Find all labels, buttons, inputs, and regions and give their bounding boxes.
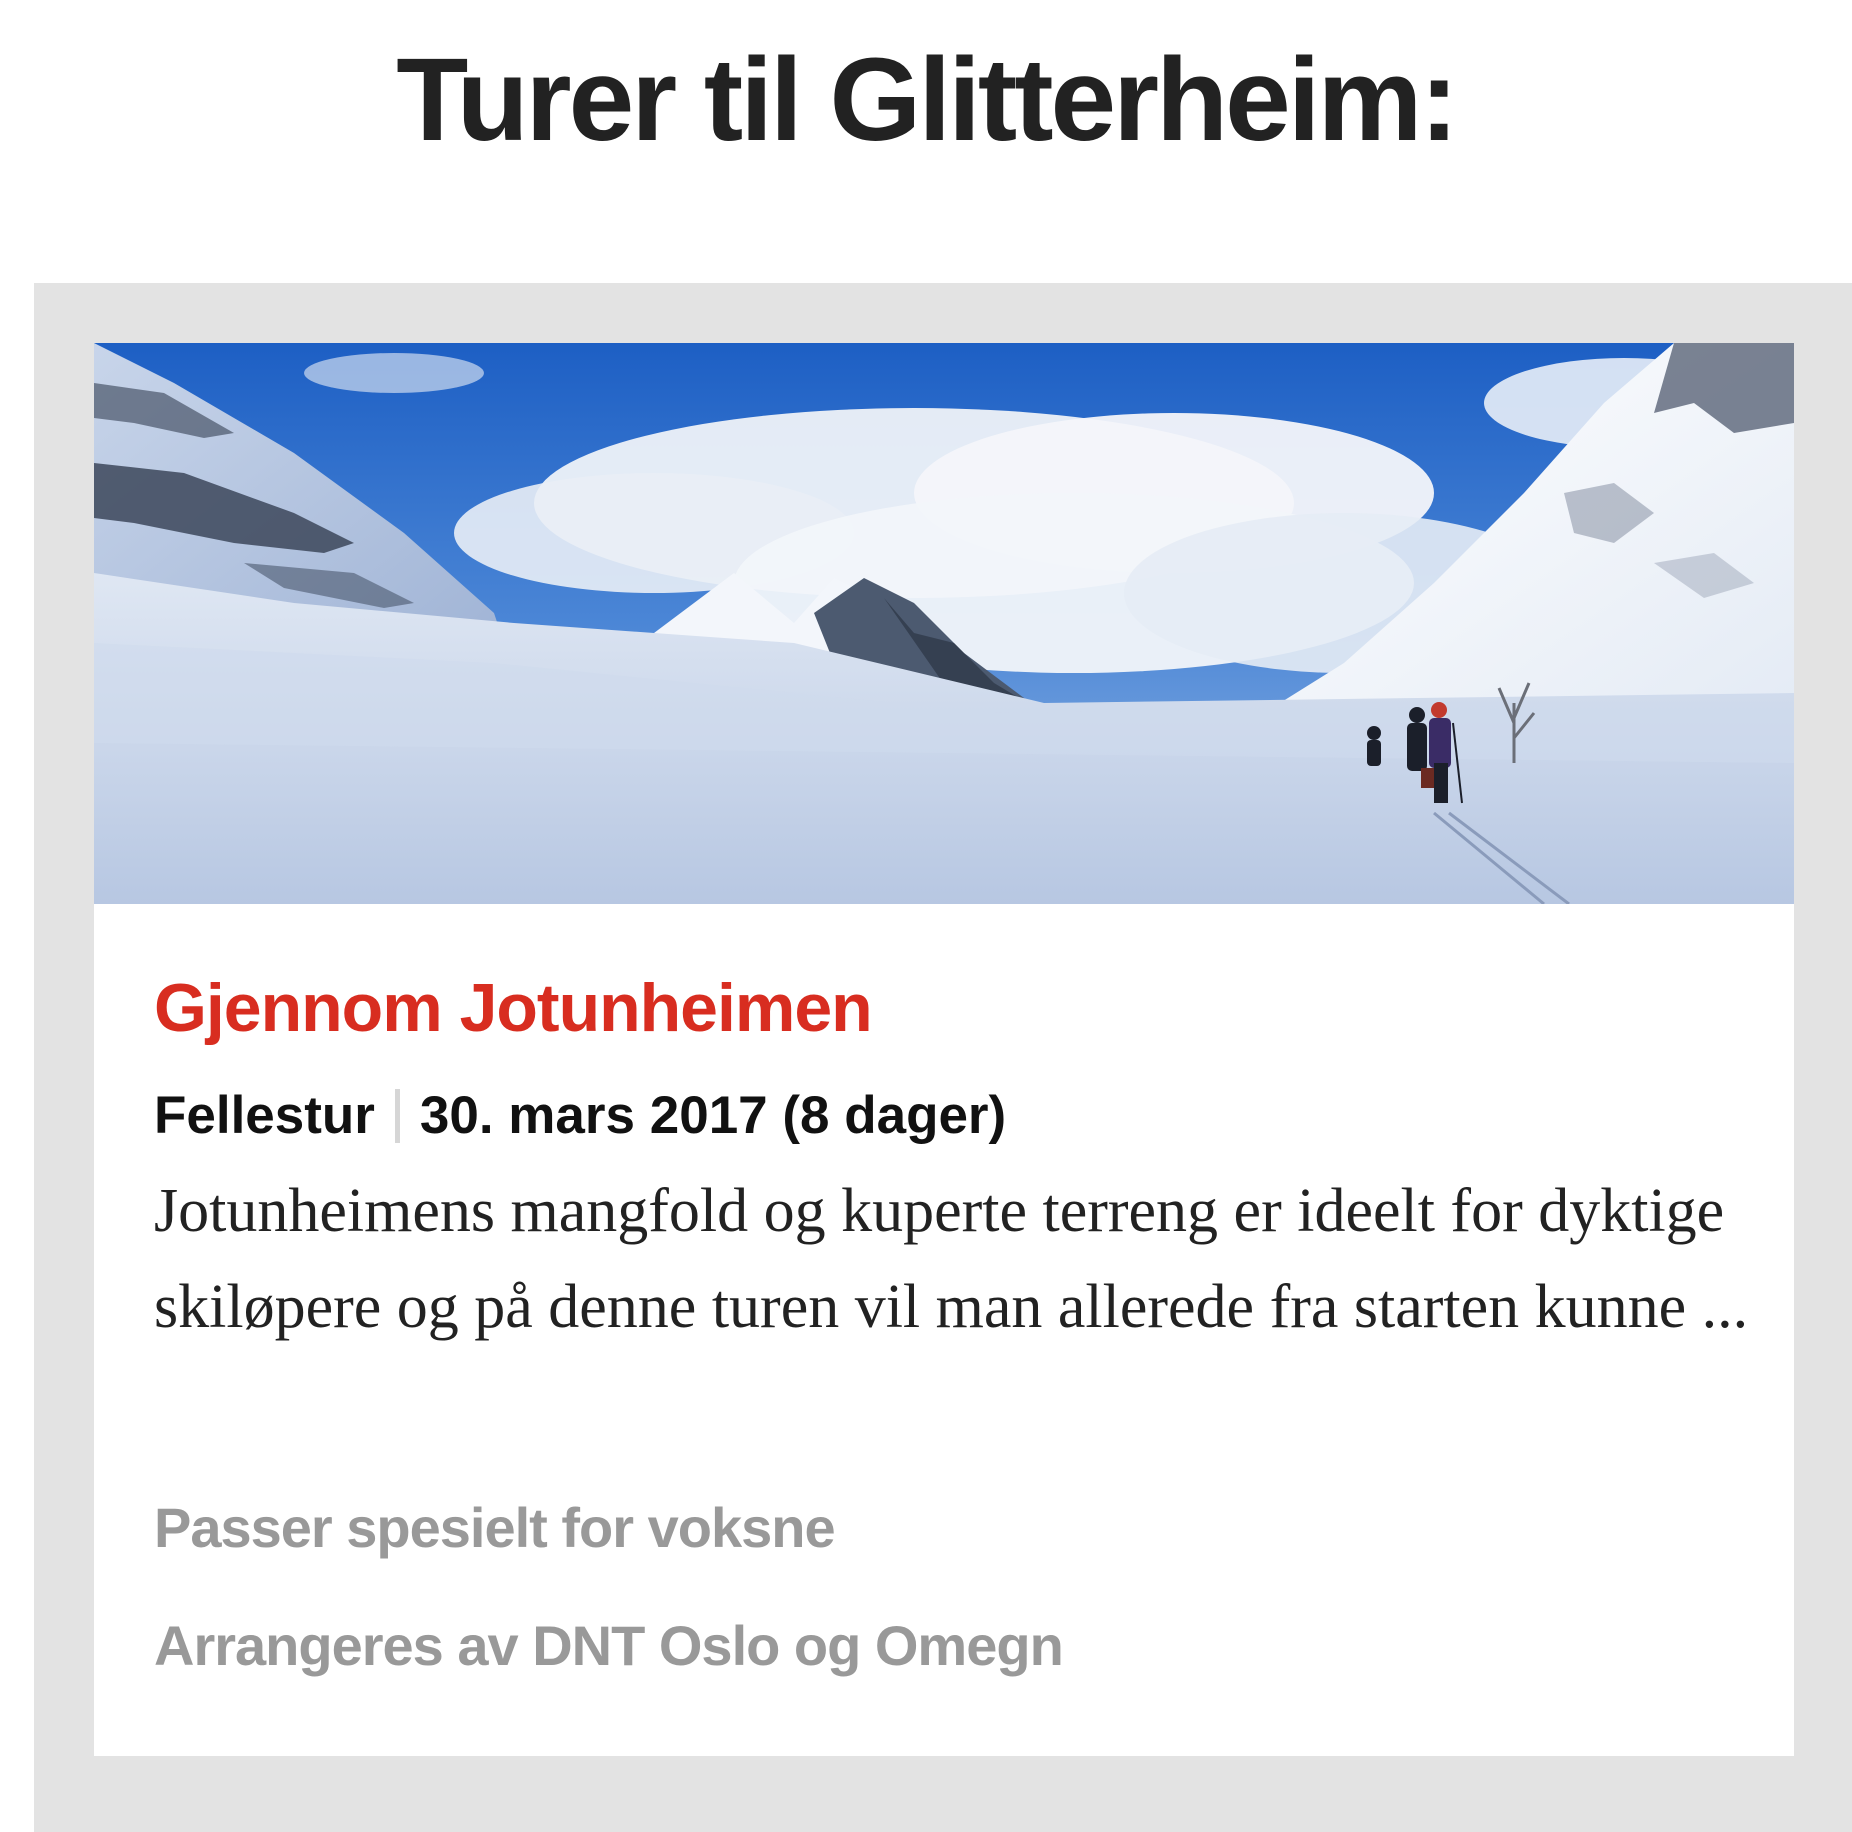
trip-image[interactable] <box>94 343 1794 904</box>
page-title: Turer til Glitterheim: <box>396 34 1459 166</box>
trip-card[interactable]: Gjennom Jotunheimen Fellestur 30. mars 2… <box>94 343 1794 1756</box>
trip-list: Gjennom Jotunheimen Fellestur 30. mars 2… <box>34 283 1852 1832</box>
trip-date: 30. mars 2017 (8 dager) <box>419 1086 1007 1145</box>
trip-type: Fellestur <box>154 1086 375 1145</box>
meta-separator <box>394 1089 400 1143</box>
trip-organizer: Arrangeres av DNT Oslo og Omegn <box>154 1614 1064 1677</box>
trip-description: Jotunheimens mangfold og kuperte terreng… <box>154 1177 1749 1341</box>
trip-title[interactable]: Gjennom Jotunheimen <box>154 968 873 1048</box>
trip-audience: Passer spesielt for voksne <box>154 1496 836 1559</box>
trip-meta: Fellestur 30. mars 2017 (8 dager) <box>154 1083 1006 1149</box>
